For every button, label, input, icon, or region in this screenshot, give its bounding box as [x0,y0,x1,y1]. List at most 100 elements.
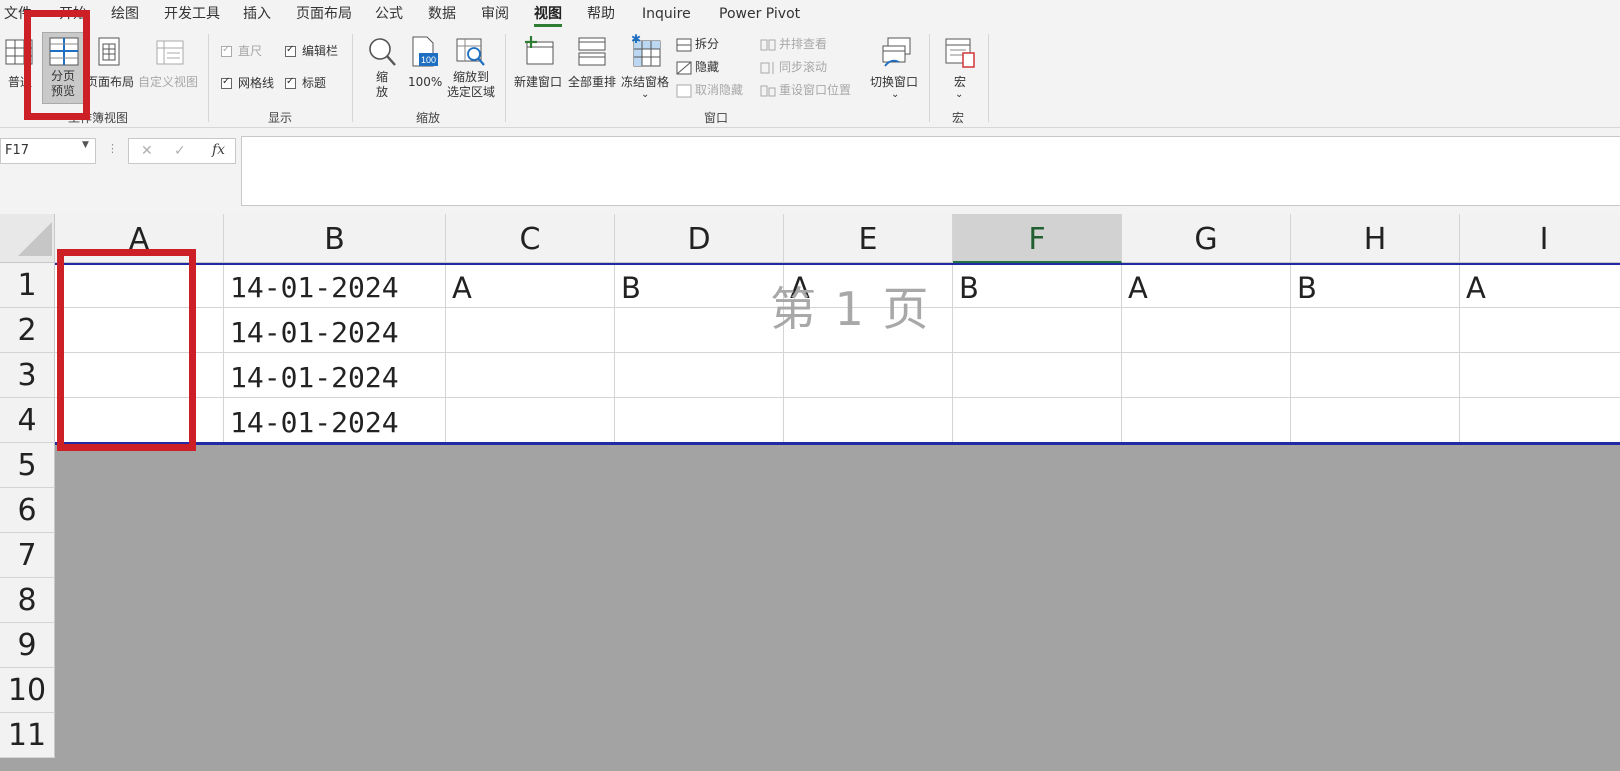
hide-icon [676,61,692,75]
column-header-c[interactable]: C [446,214,615,263]
cell-g3[interactable] [1122,353,1291,398]
highlight-box-page-break-preview [24,10,90,120]
cell-i1[interactable]: A [1460,263,1620,308]
column-header-d[interactable]: D [615,214,784,263]
freeze-panes-button[interactable]: ✱ 冻结窗格 ⌄ [620,32,672,104]
cell-c3[interactable] [446,353,615,398]
cell-b3[interactable]: 14-01-2024 [224,353,446,398]
gridlines-checkbox[interactable]: ✓ [221,76,232,89]
row-header-9[interactable]: 9 [0,623,55,668]
row-header-4[interactable]: 4 [0,398,55,443]
zoom-to-selection-label-2: 选定区域 [447,85,496,99]
sync-scroll-button[interactable]: 同步滚动 [779,60,827,75]
cell-b4[interactable]: 14-01-2024 [224,398,446,443]
ruler-checkbox[interactable]: ✓ [221,44,232,57]
group-separator [988,34,989,122]
menu-review[interactable]: 审阅 [481,5,509,23]
unhide-icon [676,84,692,98]
zoom-to-selection-button[interactable]: 缩放到 选定区域 [445,34,497,104]
cell-f1[interactable]: B [953,263,1122,308]
menu-page-layout[interactable]: 页面布局 [296,5,352,23]
row-header-10[interactable]: 10 [0,668,55,713]
row-header-5[interactable]: 5 [0,443,55,488]
zoom-label-2: 放 [376,85,389,99]
custom-views-button[interactable]: 自定义视图 [137,34,199,104]
group-separator [505,34,506,122]
cell-b2[interactable]: 14-01-2024 [224,308,446,353]
row-header-7[interactable]: 7 [0,533,55,578]
cell-h4[interactable] [1291,398,1460,443]
row-header-8[interactable]: 8 [0,578,55,623]
reset-position-button[interactable]: 重设窗口位置 [779,83,851,98]
cell-h1[interactable]: B [1291,263,1460,308]
cell-b1[interactable]: 14-01-2024 [224,263,446,308]
cell-i4[interactable] [1460,398,1620,443]
unhide-button[interactable]: 取消隐藏 [695,83,743,98]
formula-input[interactable] [241,136,1620,206]
column-header-i[interactable]: I [1460,214,1620,263]
sync-scroll-icon [760,62,774,74]
group-separator [352,34,353,122]
page-layout-view-button[interactable]: 页面布局 [86,34,134,104]
split-button[interactable]: 拆分 [695,37,719,52]
cell-h3[interactable] [1291,353,1460,398]
row-header-1[interactable]: 1 [0,263,55,308]
menu-power-pivot[interactable]: Power Pivot [719,5,800,23]
cell-h2[interactable] [1291,308,1460,353]
cell-g4[interactable] [1122,398,1291,443]
column-header-h[interactable]: H [1291,214,1460,263]
menu-inquire[interactable]: Inquire [642,5,691,23]
zoom-button[interactable]: 缩 放 [364,34,400,104]
row-header-11[interactable]: 11 [0,713,55,758]
hide-button[interactable]: 隐藏 [695,60,719,75]
macros-button[interactable]: 宏 ⌄ [938,34,982,104]
cell-c4[interactable] [446,398,615,443]
cell-e3[interactable] [784,353,953,398]
cell-c1[interactable]: A [446,263,615,308]
headings-checkbox[interactable]: ✓ [285,76,296,89]
switch-windows-button[interactable]: 切换窗口 ⌄ [868,34,922,104]
menu-data[interactable]: 数据 [428,5,456,23]
name-box-dropdown-icon[interactable]: ▼ [82,140,89,150]
new-window-icon [525,36,554,65]
formula-bar-checkbox[interactable]: ✓ [285,44,296,57]
menu-formulas[interactable]: 公式 [375,5,403,23]
cell-d4[interactable] [615,398,784,443]
formula-buttons: ✕ ✓ fx [128,138,236,164]
cell-e4[interactable] [784,398,953,443]
row-header-2[interactable]: 2 [0,308,55,353]
cell-c2[interactable] [446,308,615,353]
cell-d2[interactable] [615,308,784,353]
menu-insert[interactable]: 插入 [243,5,271,23]
column-header-g[interactable]: G [1122,214,1291,263]
row-header-6[interactable]: 6 [0,488,55,533]
zoom-100-button[interactable]: 100 100% [406,34,442,104]
cell-g2[interactable] [1122,308,1291,353]
menu-help[interactable]: 帮助 [587,5,615,23]
cell-d3[interactable] [615,353,784,398]
cancel-icon[interactable]: ✕ [141,143,153,159]
side-by-side-button[interactable]: 并排查看 [779,37,827,52]
cell-f4[interactable] [953,398,1122,443]
cell-d1[interactable]: B [615,263,784,308]
enter-icon[interactable]: ✓ [174,143,186,159]
row-header-3[interactable]: 3 [0,353,55,398]
cell-f3[interactable] [953,353,1122,398]
arrange-all-button[interactable]: 全部重排 [566,34,618,104]
cell-i3[interactable] [1460,353,1620,398]
cell-f2[interactable] [953,308,1122,353]
formula-bar-grip-icon: ⋮ [107,142,118,155]
insert-function-icon[interactable]: fx [212,142,225,158]
select-all-button[interactable] [0,214,55,263]
cell-i2[interactable] [1460,308,1620,353]
column-header-f[interactable]: F [953,214,1122,263]
column-header-e[interactable]: E [784,214,953,263]
show-group-label: 显示 [268,111,293,125]
page-break-top-line [55,263,1620,265]
menu-developer[interactable]: 开发工具 [164,5,220,23]
cell-g1[interactable]: A [1122,263,1291,308]
menu-draw[interactable]: 绘图 [111,5,139,23]
menu-view[interactable]: 视图 [534,5,562,23]
column-header-b[interactable]: B [224,214,446,263]
new-window-button[interactable]: 新建窗口 [512,34,564,104]
